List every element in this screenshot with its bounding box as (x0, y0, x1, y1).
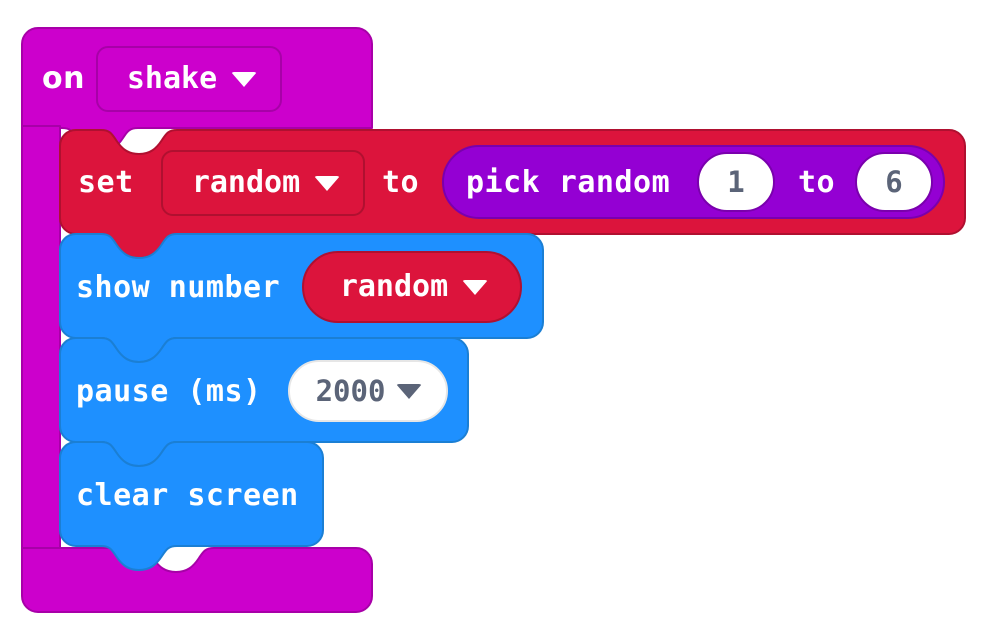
chevron-down-icon (231, 71, 258, 87)
pick-random-min-value: 1 (727, 164, 745, 199)
pick-random-to-label: to (798, 165, 836, 200)
pick-random-max-input[interactable]: 6 (855, 152, 933, 212)
show-number-label: show number (76, 270, 281, 305)
clear-screen-label: clear screen (76, 478, 299, 513)
variable-dropdown[interactable]: random (161, 150, 365, 216)
pick-random-min-input[interactable]: 1 (697, 152, 775, 212)
set-label: set (78, 165, 134, 200)
pause-duration-dropdown[interactable]: 2000 (288, 360, 448, 422)
set-to-label: to (382, 165, 420, 200)
on-shake-bottom-bar-shape (21, 547, 373, 613)
chevron-down-icon (314, 175, 341, 191)
variable-dropdown-value: random (191, 165, 301, 200)
chevron-down-icon (396, 383, 423, 399)
show-number-variable-value: random (339, 269, 449, 304)
on-shake-left-arm-shape (21, 125, 61, 553)
pick-random-max-value: 6 (885, 164, 903, 199)
blocks-workspace[interactable]: on shake set random to pick random 1 to … (0, 0, 988, 640)
shake-dropdown-value: shake (126, 61, 218, 96)
chevron-down-icon (462, 279, 489, 295)
shake-dropdown[interactable]: shake (96, 46, 282, 112)
pick-random-label: pick random (466, 165, 671, 200)
show-number-variable-reporter[interactable]: random (302, 251, 522, 323)
pause-duration-value: 2000 (315, 373, 386, 408)
on-shake-label: on (42, 61, 85, 96)
pause-label: pause (ms) (76, 374, 262, 409)
